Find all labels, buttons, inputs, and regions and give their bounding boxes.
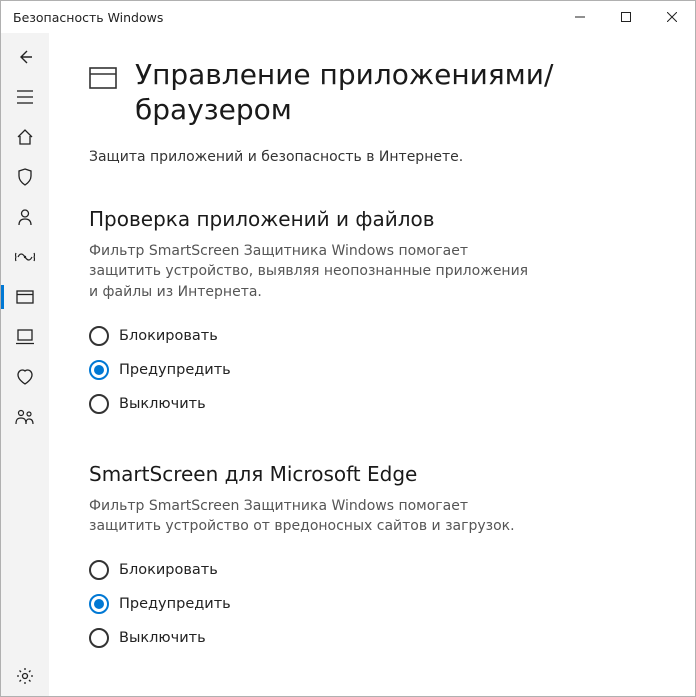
radio-label: Предупредить — [119, 596, 231, 612]
radio-apps-block[interactable]: Блокировать — [89, 326, 655, 346]
section-edge-desc: Фильтр SmartScreen Защитника Windows пом… — [89, 496, 539, 537]
minimize-button[interactable] — [557, 1, 603, 33]
apps-files-radio-group: Блокировать Предупредить Выключить — [89, 326, 655, 414]
app-browser-icon — [89, 67, 117, 93]
radio-icon — [89, 594, 109, 614]
radio-label: Блокировать — [119, 328, 218, 344]
radio-icon — [89, 560, 109, 580]
nav-home[interactable] — [1, 117, 49, 157]
radio-label: Блокировать — [119, 562, 218, 578]
radio-icon — [89, 326, 109, 346]
radio-edge-warn[interactable]: Предупредить — [89, 594, 655, 614]
nav-family-options[interactable] — [1, 397, 49, 437]
close-button[interactable] — [649, 1, 695, 33]
radio-label: Предупредить — [119, 362, 231, 378]
nav-settings[interactable] — [1, 656, 49, 696]
nav-device-security[interactable] — [1, 317, 49, 357]
section-apps-files-desc: Фильтр SmartScreen Защитника Windows пом… — [89, 241, 539, 302]
window-titlebar: Безопасность Windows — [1, 1, 695, 33]
radio-apps-warn[interactable]: Предупредить — [89, 360, 655, 380]
radio-icon — [89, 394, 109, 414]
page-subtitle: Защита приложений и безопасность в Интер… — [89, 149, 655, 165]
radio-edge-off[interactable]: Выключить — [89, 628, 655, 648]
window-title: Безопасность Windows — [13, 10, 557, 25]
content-area: Управление приложениями/браузером Защита… — [49, 33, 695, 696]
sidebar — [1, 33, 49, 696]
section-edge-title: SmartScreen для Microsoft Edge — [89, 462, 655, 486]
radio-label: Выключить — [119, 396, 206, 412]
edge-radio-group: Блокировать Предупредить Выключить — [89, 560, 655, 648]
nav-virus-protection[interactable] — [1, 157, 49, 197]
radio-apps-off[interactable]: Выключить — [89, 394, 655, 414]
page-title: Управление приложениями/браузером — [135, 57, 655, 127]
menu-button[interactable] — [1, 77, 49, 117]
section-apps-files-title: Проверка приложений и файлов — [89, 207, 655, 231]
maximize-button[interactable] — [603, 1, 649, 33]
radio-edge-block[interactable]: Блокировать — [89, 560, 655, 580]
back-button[interactable] — [1, 37, 49, 77]
radio-label: Выключить — [119, 630, 206, 646]
nav-account-protection[interactable] — [1, 197, 49, 237]
nav-firewall[interactable] — [1, 237, 49, 277]
radio-icon — [89, 628, 109, 648]
nav-app-browser-control[interactable] — [1, 277, 49, 317]
radio-icon — [89, 360, 109, 380]
nav-device-performance[interactable] — [1, 357, 49, 397]
